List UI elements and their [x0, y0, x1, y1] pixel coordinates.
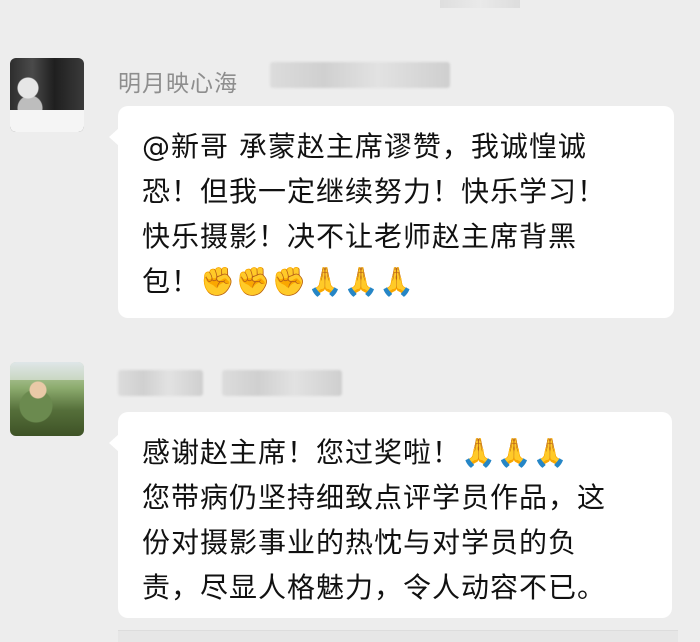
avatar[interactable]	[10, 58, 84, 132]
message-text-line: 您带病仍坚持细致点评学员作品，这	[142, 481, 607, 514]
avatar[interactable]	[10, 362, 84, 436]
message-text-line: 快乐摄影！决不让老师赵主席背黑	[142, 220, 578, 253]
blurred-sender-name	[118, 370, 203, 396]
message-text-line: 责，尽显人格魅力，令人动容不已。	[142, 571, 607, 604]
blurred-name-suffix	[270, 62, 450, 88]
message-text-line: 包！✊✊✊🙏🙏🙏	[142, 265, 416, 298]
message-bubble[interactable]: 感谢赵主席！您过奖啦！🙏🙏🙏 您带病仍坚持细致点评学员作品，这 份对摄影事业的热…	[109, 412, 672, 618]
message-bubble[interactable]: @新哥 承蒙赵主席谬赞，我诚惶诚 恐！但我一定继续努力！快乐学习！ 快乐摄影！决…	[109, 106, 674, 318]
next-message-edge	[118, 630, 678, 642]
message-text-line: 份对摄影事业的热忱与对学员的负	[142, 526, 578, 559]
blurred-sender-name	[222, 370, 342, 396]
top-blurred-strip	[440, 0, 520, 8]
message-text-line: @新哥 承蒙赵主席谬赞，我诚惶诚	[142, 130, 587, 163]
message-text-line: 恐！但我一定继续努力！快乐学习！	[142, 175, 607, 208]
message-text-line: 感谢赵主席！您过奖啦！🙏🙏🙏	[142, 436, 569, 469]
sender-name: 明月映心海	[118, 71, 238, 97]
